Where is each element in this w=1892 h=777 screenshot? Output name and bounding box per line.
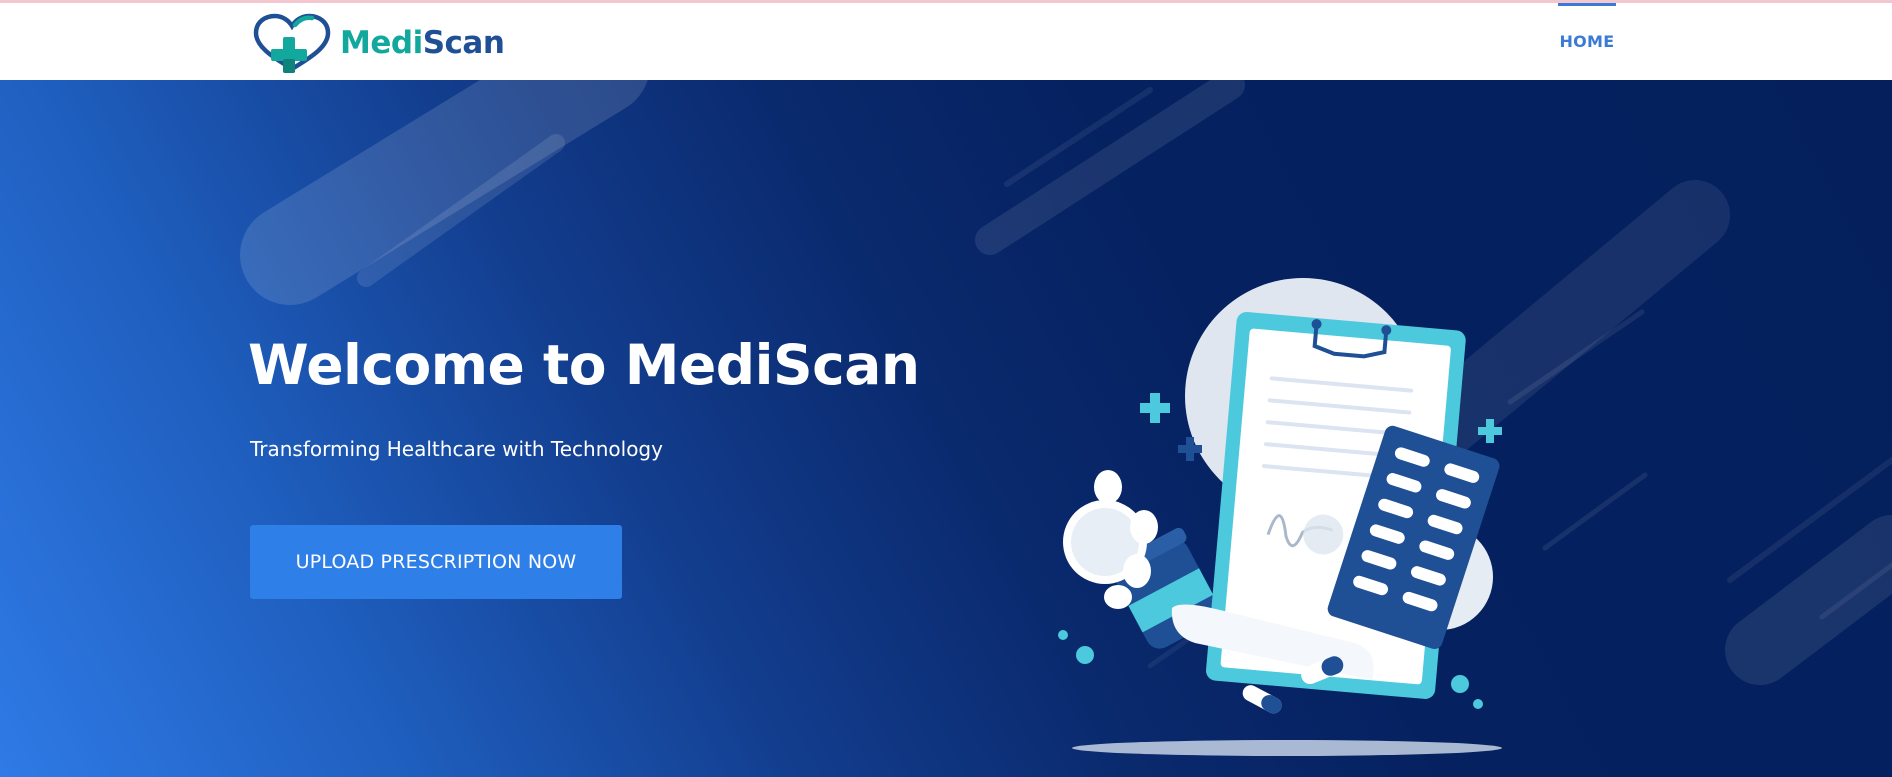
- hero-subtitle: Transforming Healthcare with Technology: [250, 437, 663, 461]
- brand-name: MediScan: [340, 25, 505, 61]
- navbar: MediScan HOME: [0, 3, 1892, 80]
- nav-active-indicator: [1558, 3, 1616, 6]
- prescription-clipboard-pills-illustration: [1058, 278, 1502, 756]
- nav-home-link[interactable]: HOME: [1558, 3, 1616, 80]
- nav-home-label: HOME: [1559, 32, 1615, 51]
- upload-prescription-button[interactable]: UPLOAD PRESCRIPTION NOW: [250, 525, 622, 599]
- hero-title: Welcome to MediScan: [248, 333, 920, 397]
- hero-decorative-stripes: [240, 80, 1892, 685]
- heart-with-plus-icon: [253, 13, 331, 73]
- brand-logo[interactable]: MediScan: [250, 13, 505, 73]
- hero-section: Welcome to MediScan Transforming Healthc…: [0, 80, 1892, 777]
